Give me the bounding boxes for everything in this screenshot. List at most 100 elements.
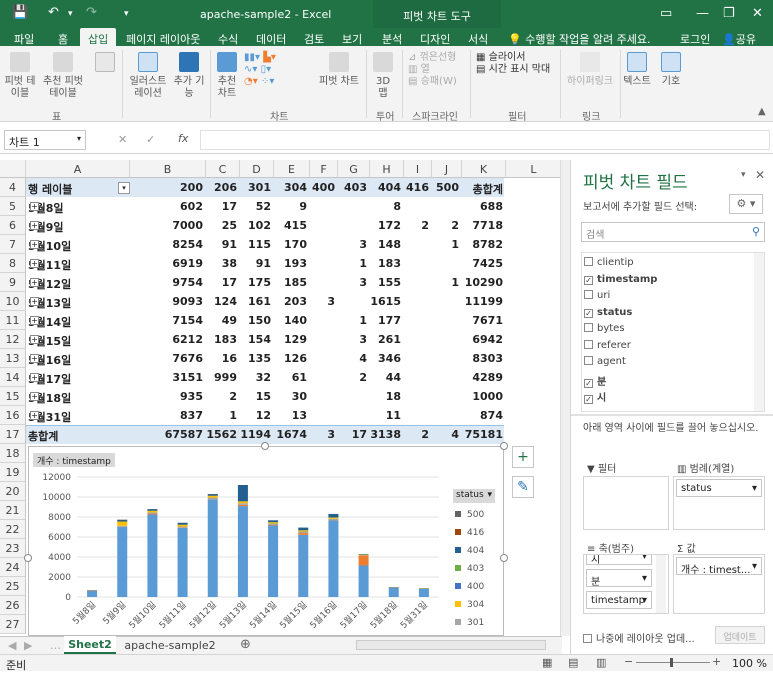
sparkline-winloss-button[interactable]: ▤ 승패(W) [408, 76, 457, 87]
bar-301[interactable] [238, 503, 248, 505]
checkbox[interactable] [584, 257, 593, 266]
undo-icon[interactable]: ↶ [48, 5, 59, 20]
close-button[interactable]: ✕ [752, 6, 763, 21]
pie-chart-icon[interactable]: ◔▾ [244, 76, 258, 87]
defer-update-checkbox[interactable]: 나중에 레이아웃 업데... [583, 630, 695, 645]
enter-icon[interactable]: ✓ [146, 133, 155, 146]
column-header-J[interactable]: J [432, 160, 462, 178]
expand-icon[interactable]: + [30, 392, 39, 401]
expand-icon[interactable]: + [30, 373, 39, 382]
row-header-24[interactable]: 24 [0, 558, 26, 577]
field-bytes[interactable]: bytes [584, 323, 625, 334]
resize-handle-right[interactable] [500, 554, 508, 562]
legend-field-status[interactable]: status▾ [676, 479, 762, 497]
bar-301[interactable] [178, 527, 188, 528]
bar-404[interactable] [268, 520, 278, 522]
tab-formulas[interactable]: 수식 [218, 31, 238, 47]
formula-input[interactable] [200, 130, 770, 150]
bar-200[interactable] [87, 591, 97, 597]
row-header-15[interactable]: 15 [0, 387, 26, 406]
expand-icon[interactable]: + [30, 411, 39, 420]
checkbox[interactable]: ✓ [584, 309, 593, 318]
row-header-10[interactable]: 10 [0, 292, 26, 311]
text-button[interactable]: 텍스트 [622, 52, 652, 88]
column-header-E[interactable]: E [274, 160, 310, 178]
bar-301[interactable] [147, 512, 157, 513]
chart-elements-button[interactable]: + [512, 446, 534, 468]
zoom-slider-thumb[interactable] [670, 658, 673, 667]
minimize-button[interactable]: — [696, 6, 709, 21]
expand-icon[interactable]: + [30, 297, 39, 306]
tab-data[interactable]: 데이터 [256, 31, 286, 47]
bar-404[interactable] [328, 514, 338, 517]
row-header-8[interactable]: 8 [0, 254, 26, 273]
row-header-19[interactable]: 19 [0, 463, 26, 482]
sparkline-column-button[interactable]: ▥ 열 [408, 64, 430, 75]
tab-review[interactable]: 검토 [304, 31, 324, 47]
insert-function-icon[interactable]: fx [178, 132, 188, 145]
bar-301[interactable] [328, 519, 338, 520]
bar-304[interactable] [117, 522, 127, 526]
zoom-in-icon[interactable]: + [712, 655, 721, 668]
row-header-11[interactable]: 11 [0, 311, 26, 330]
scroll-right-icon[interactable]: ▶ [24, 639, 32, 652]
field-referer[interactable]: referer [584, 340, 631, 351]
field-시[interactable]: ✓시 [584, 389, 606, 404]
normal-view-icon[interactable]: ▦ [542, 656, 552, 669]
tell-me-search[interactable]: 💡 수행할 작업을 알려 주세요. [508, 31, 651, 47]
legend-label-301[interactable]: 301 [467, 618, 484, 628]
bar-206[interactable] [359, 556, 369, 566]
pane-options-dropdown-icon[interactable]: ▾ [741, 170, 746, 180]
redo-icon[interactable]: ↷ [86, 5, 97, 20]
bar-206[interactable] [238, 505, 248, 506]
checkbox[interactable] [584, 323, 593, 332]
row-header-16[interactable]: 16 [0, 406, 26, 425]
row-header-12[interactable]: 12 [0, 330, 26, 349]
tab-file[interactable]: 파일 [14, 31, 34, 47]
checkbox[interactable] [583, 634, 592, 643]
bar-200[interactable] [238, 506, 248, 597]
row-header-7[interactable]: 7 [0, 235, 26, 254]
row-header-22[interactable]: 22 [0, 520, 26, 539]
row-header-17[interactable]: 17 [0, 425, 26, 444]
values-area[interactable]: 개수 : timest...▾ [673, 554, 765, 614]
resize-handle-left[interactable] [24, 554, 32, 562]
tab-analyze[interactable]: 분석 [382, 31, 402, 47]
legend-label-416[interactable]: 416 [467, 528, 484, 538]
legend-area[interactable]: status▾ [673, 476, 765, 530]
zoom-out-icon[interactable]: − [624, 655, 633, 668]
bar-404[interactable] [178, 523, 188, 525]
field-search-input[interactable]: 검색 ⚲ [581, 222, 765, 242]
restore-button[interactable]: ❐ [723, 6, 735, 21]
pivottable-button[interactable]: 피벗 테이블 [4, 52, 36, 100]
update-button[interactable]: 업데이트 [715, 626, 765, 644]
chart-styles-button[interactable]: ✎ [512, 476, 534, 498]
column-header-D[interactable]: D [240, 160, 274, 178]
sheet-tab-apache-sample2[interactable]: apache-sample2 [120, 639, 220, 652]
bar-304[interactable] [208, 496, 218, 498]
3d-map-button[interactable]: 3D 맵 [370, 52, 396, 100]
row-header-23[interactable]: 23 [0, 539, 26, 558]
filter-area[interactable] [583, 476, 669, 530]
horizontal-scrollbar[interactable] [356, 640, 546, 650]
resize-handle-top-right[interactable] [500, 442, 508, 450]
pivotchart-button[interactable]: 피벗 차트 [316, 52, 362, 88]
row-header-13[interactable]: 13 [0, 349, 26, 368]
axis-area[interactable]: 시▾ 분▾ timestamp▾ [583, 554, 669, 614]
recommended-charts-button[interactable]: 추천 차트 [213, 52, 241, 100]
pane-splitter[interactable] [571, 414, 773, 416]
sparkline-line-button[interactable]: ⊿ 꺾은선형 [408, 52, 456, 63]
zoom-level[interactable]: 100 % [732, 657, 767, 670]
save-icon[interactable]: 💾 [12, 5, 28, 20]
share-button[interactable]: 👤공유 [722, 31, 756, 47]
select-all-corner[interactable] [0, 160, 26, 178]
bar-200[interactable] [298, 535, 308, 597]
row-header-9[interactable]: 9 [0, 273, 26, 292]
legend-label-500[interactable]: 500 [467, 510, 484, 520]
field-status[interactable]: ✓status [584, 307, 632, 318]
bar-404[interactable] [238, 485, 248, 501]
table-button[interactable] [94, 52, 116, 76]
collapse-ribbon-icon[interactable]: ▲ [758, 106, 766, 117]
page-break-view-icon[interactable]: ▥ [596, 656, 606, 669]
vertical-scrollbar[interactable] [560, 160, 570, 636]
